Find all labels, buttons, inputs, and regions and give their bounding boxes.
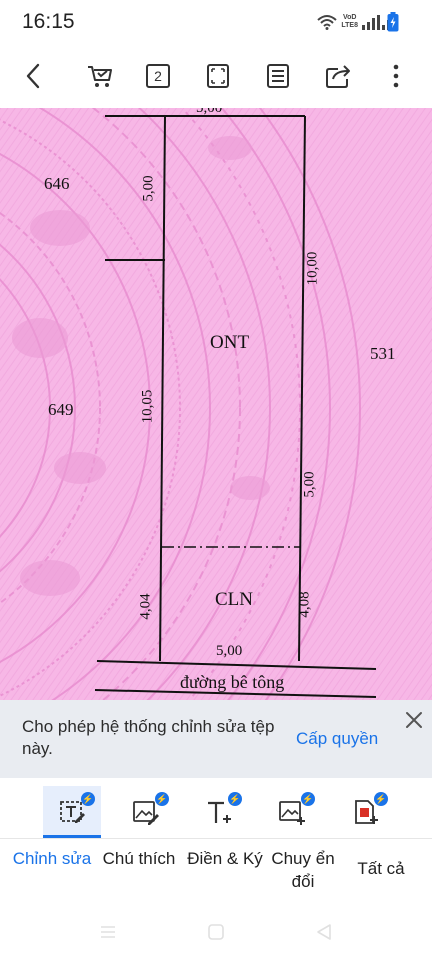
permission-banner: Cho phép hệ thống chỉnh sửa tệp này. Cấp… [0,700,432,778]
tool-bar: ⚡ ⚡ ⚡ ⚡ ⚡ [0,778,432,838]
tool-labels: Chỉnh sửa Chú thích Điền & Ký Chuy ển đổ… [0,838,432,908]
tool-label-all[interactable]: Tất cả [343,857,419,880]
dim-right-bottom: 4,08 [296,591,313,618]
tool-label-convert[interactable]: Chuy ển đổi [263,847,343,893]
neighbor-parcel-531: 531 [370,344,396,363]
reader-mode-button[interactable] [260,58,296,94]
wifi-icon [317,15,338,30]
tool-label-annotate[interactable]: Chú thích [100,847,178,870]
road-label: đường bê tông [180,672,285,692]
permission-message: Cho phép hệ thống chỉnh sửa tệp này. [22,717,275,758]
dim-left-top: 5,00 [140,175,157,202]
grant-permission-button[interactable]: Cấp quyền [296,729,378,749]
premium-badge: ⚡ [81,792,95,806]
cart-button[interactable] [82,58,118,94]
status-icons: VoD LTE8 [317,12,396,32]
fullscreen-icon [207,64,229,88]
volte-badge: VoD LTE8 [341,14,358,30]
system-nav-bar [0,908,432,960]
share-icon [326,65,350,88]
cart-icon [88,66,112,87]
reader-icon [267,64,289,88]
dim-right-top: 10,00 [304,251,321,286]
recent-apps-icon[interactable] [96,920,120,944]
tool-convert-button[interactable]: ⚡ [263,786,321,838]
close-icon[interactable] [402,708,426,732]
zone-ont: ONT [210,332,250,353]
neighbor-parcel-646: 646 [44,174,70,193]
tool-all-button[interactable]: ⚡ [336,786,394,838]
status-time: 16:15 [22,10,75,33]
status-bar: 16:15 VoD LTE8 [0,0,432,44]
premium-badge: ⚡ [155,792,169,806]
dim-top-partial: 5,00 [196,108,223,116]
fullscreen-button[interactable] [200,58,236,94]
tool-edit-button[interactable]: ⚡ [43,786,101,838]
premium-badge: ⚡ [374,792,388,806]
volte-label-top: VoD [342,14,357,21]
back-nav-icon[interactable] [312,920,336,944]
home-icon[interactable] [204,920,228,944]
premium-badge: ⚡ [301,792,315,806]
back-arrow-icon [26,63,40,89]
more-icon [393,64,399,88]
volte-label-bottom: LTE8 [341,22,358,29]
page-count-button[interactable]: 2 [140,58,176,94]
dim-left-mid: 10,05 [139,389,156,424]
back-button[interactable] [16,58,52,94]
tool-annotate-button[interactable]: ⚡ [117,786,175,838]
tool-fill-sign-button[interactable]: ⚡ [190,786,248,838]
zone-cln: CLN [215,589,253,610]
dim-bottom: 5,00 [216,643,243,659]
battery-charging-icon [387,12,399,32]
tool-label-edit[interactable]: Chỉnh sửa [12,847,92,870]
more-button[interactable] [378,58,414,94]
dim-right-mid: 5,00 [301,471,318,498]
dim-left-bottom: 4,04 [137,593,154,620]
tool-label-fill-sign[interactable]: Điền & Ký [186,847,264,870]
document-view[interactable]: 5,00 646 5,00 10,00 ONT 531 649 10,05 5,… [0,108,432,700]
page-count-icon: 2 [146,64,170,88]
premium-badge: ⚡ [228,792,242,806]
top-toolbar: 2 [0,44,432,108]
share-button[interactable] [320,58,356,94]
neighbor-parcel-649: 649 [48,400,74,419]
